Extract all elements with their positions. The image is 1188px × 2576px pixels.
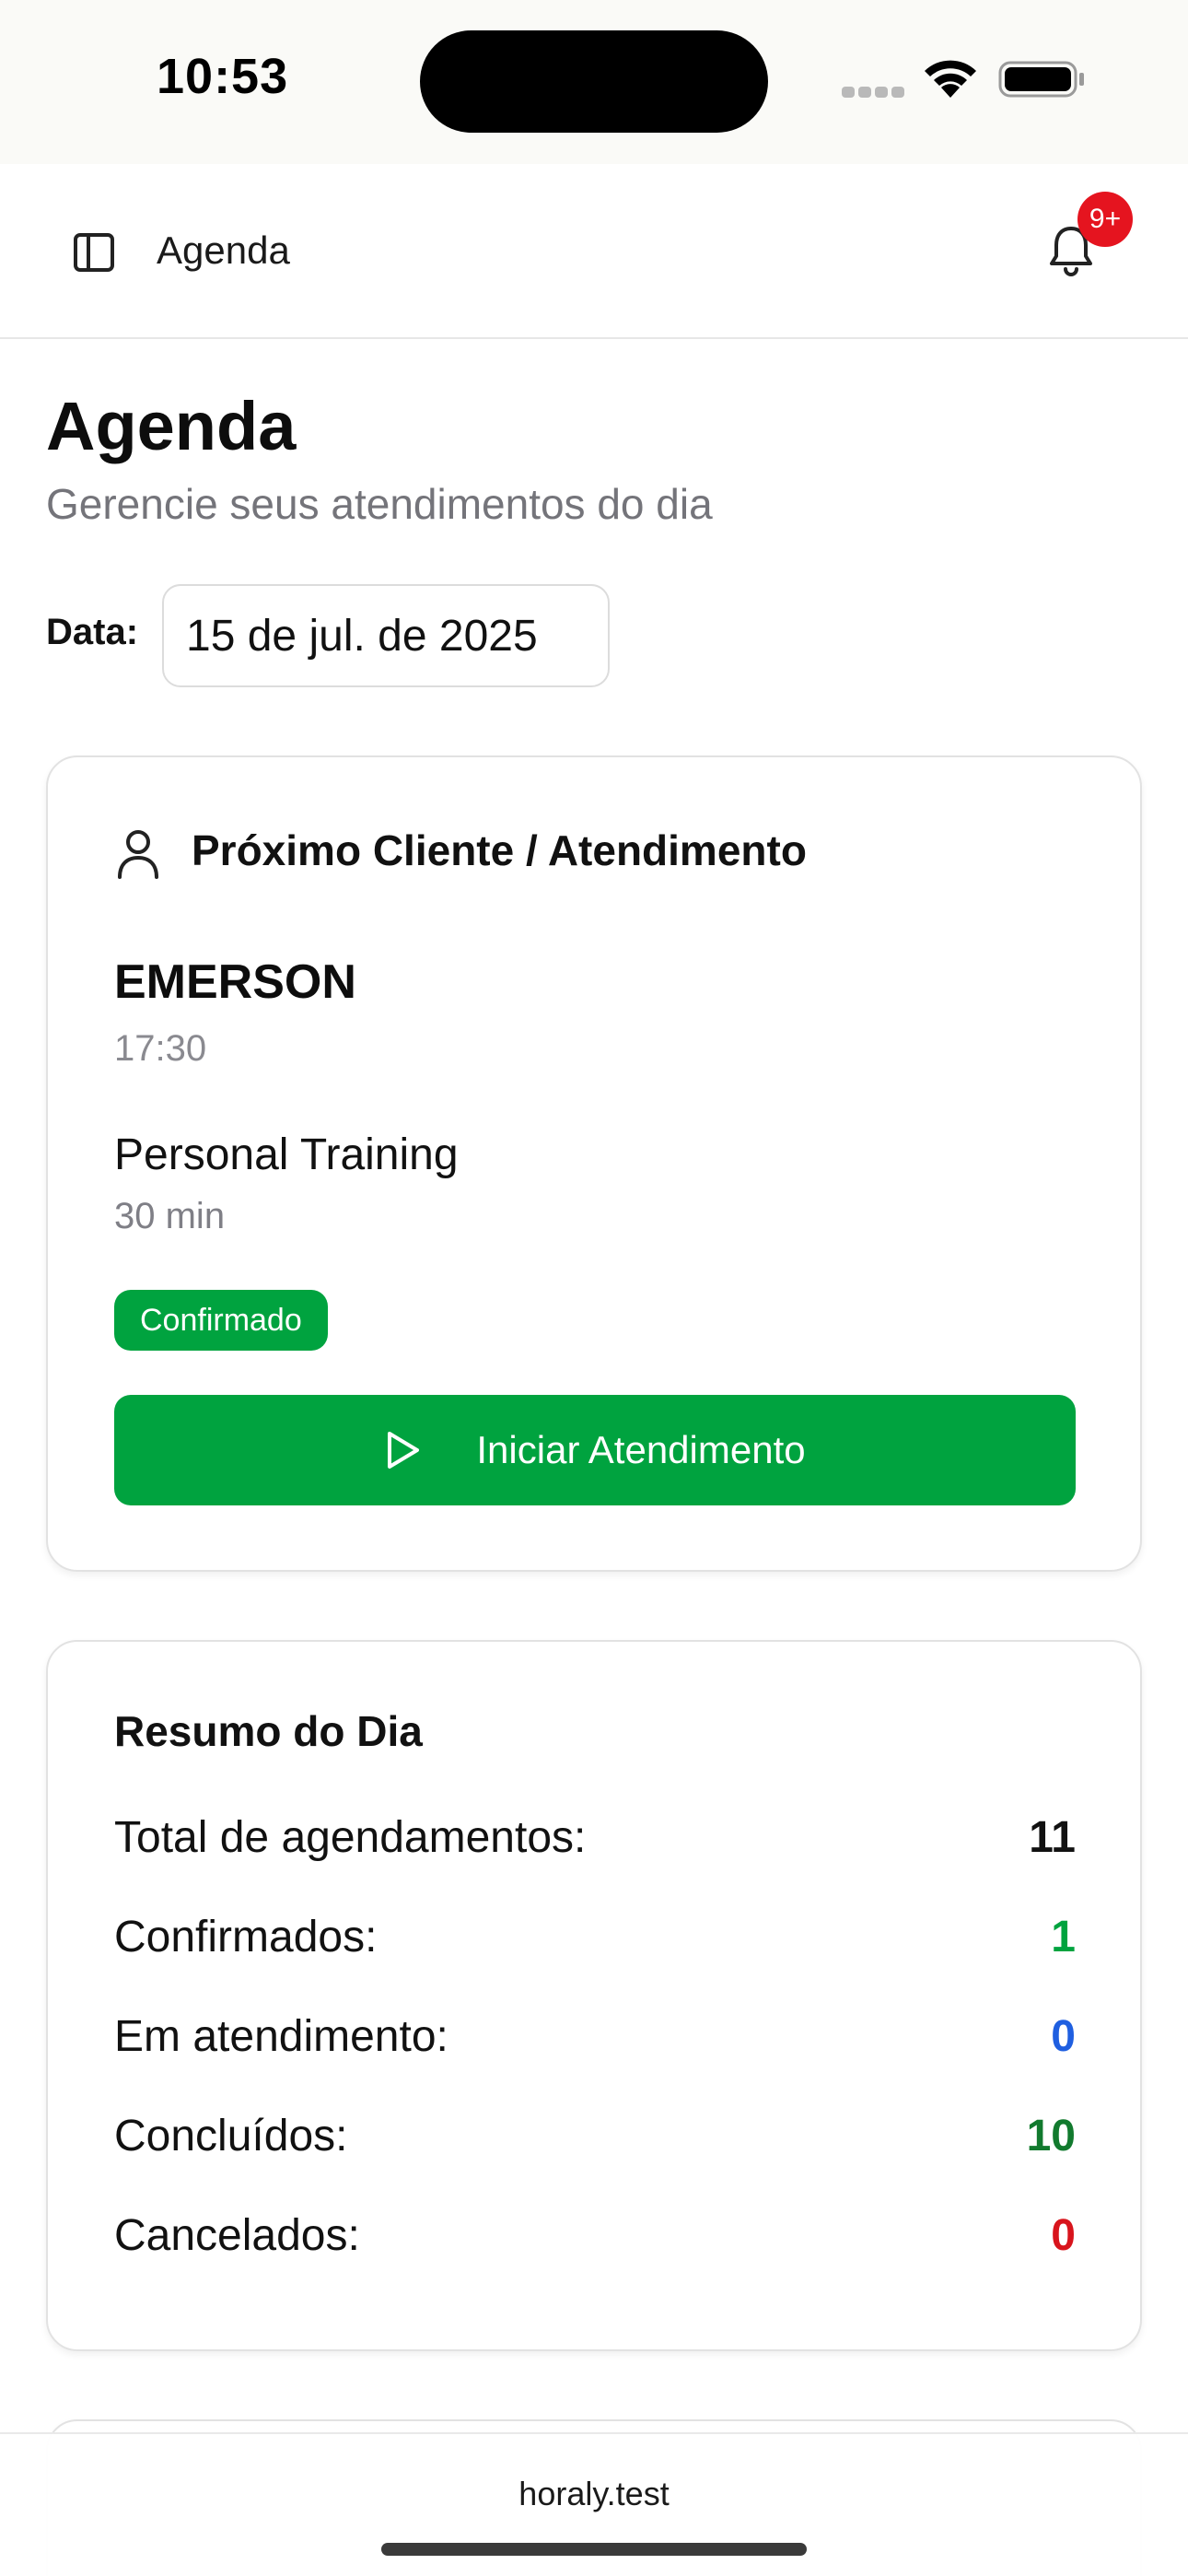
summary-label: Concluídos: [114, 2111, 348, 2160]
page-subtitle: Gerencie seus atendimentos do dia [46, 480, 713, 528]
service-name: Personal Training [114, 1130, 459, 1179]
notification-badge: 9+ [1077, 192, 1133, 247]
wifi-icon [925, 60, 976, 98]
summary-value: 0 [1051, 2011, 1076, 2061]
day-summary-card: Resumo do Dia Total de agendamentos: 11 … [46, 1640, 1142, 2351]
date-label: Data: [46, 612, 139, 652]
summary-label: Total de agendamentos: [114, 1812, 587, 1862]
summary-value: 10 [1026, 2111, 1076, 2160]
client-name: EMERSON [114, 955, 356, 1009]
page-title: Agenda [46, 388, 297, 464]
summary-value: 11 [1029, 1812, 1076, 1862]
browser-address-bar[interactable]: horaly.test [0, 2432, 1188, 2576]
next-client-card: Próximo Cliente / Atendimento EMERSON 17… [46, 755, 1142, 1572]
start-service-label: Iniciar Atendimento [476, 1428, 806, 1471]
play-icon [388, 1432, 420, 1469]
date-input[interactable]: 15 de jul. de 2025 [162, 584, 610, 687]
app-screen: 10:53 Agenda 9+ Agenda Gerencie seus ate… [0, 0, 1188, 2576]
summary-value: 0 [1051, 2210, 1076, 2260]
home-indicator[interactable] [381, 2543, 807, 2556]
url-text[interactable]: horaly.test [0, 2475, 1188, 2513]
dynamic-island [420, 30, 768, 133]
cellular-signal-icon [842, 87, 904, 98]
summary-row-confirmed: Confirmados: 1 [114, 1909, 1076, 1964]
client-time: 17:30 [114, 1028, 207, 1069]
summary-row-completed: Concluídos: 10 [114, 2108, 1076, 2163]
battery-icon [998, 61, 1084, 98]
summary-row-cancelled: Cancelados: 0 [114, 2207, 1076, 2263]
user-icon [118, 830, 158, 879]
status-badge: Confirmado [114, 1290, 328, 1351]
summary-label: Em atendimento: [114, 2011, 448, 2061]
summary-label: Cancelados: [114, 2210, 360, 2260]
next-client-heading: Próximo Cliente / Atendimento [192, 826, 807, 874]
header-title: Agenda [157, 228, 290, 272]
summary-row-in-service: Em atendimento: 0 [114, 2008, 1076, 2064]
sidebar-toggle-icon[interactable] [72, 230, 116, 275]
service-duration: 30 min [114, 1196, 226, 1236]
status-time: 10:53 [157, 49, 289, 104]
summary-value: 1 [1051, 1912, 1076, 1961]
start-service-button[interactable]: Iniciar Atendimento [114, 1395, 1076, 1505]
status-bar: 10:53 [0, 0, 1188, 164]
summary-title: Resumo do Dia [114, 1707, 423, 1755]
app-header: Agenda 9+ [0, 164, 1188, 339]
summary-row-total: Total de agendamentos: 11 [114, 1809, 1076, 1865]
summary-label: Confirmados: [114, 1912, 378, 1961]
